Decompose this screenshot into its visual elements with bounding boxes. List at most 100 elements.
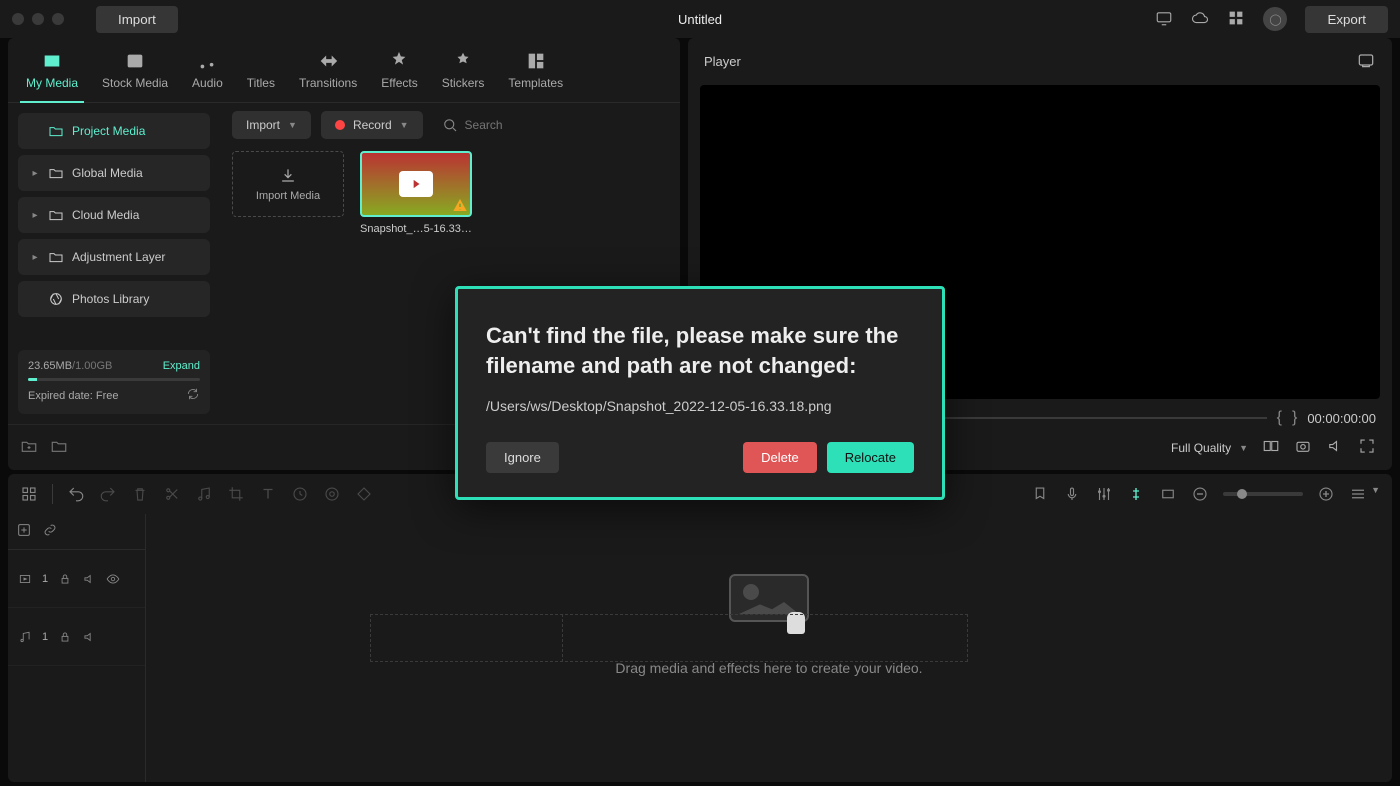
- import-tile-label: Import Media: [256, 190, 320, 202]
- storage-bar: [28, 378, 200, 381]
- mute-icon[interactable]: [82, 572, 96, 586]
- missing-file-dialog: Can't find the file, please make sure th…: [455, 286, 945, 500]
- sidebar-item-global-media[interactable]: ▸ Global Media: [18, 155, 210, 191]
- video-track-header[interactable]: 1: [8, 550, 145, 608]
- minimize-window[interactable]: [32, 13, 44, 25]
- timeline-view-icon[interactable]: ▼: [1349, 485, 1380, 503]
- import-dropdown[interactable]: Import ▼: [232, 111, 311, 139]
- disclosure-icon[interactable]: ▸: [30, 252, 40, 263]
- search-input[interactable]: [465, 118, 640, 132]
- asset-tabs: My Media Stock Media Audio Titles Transi…: [8, 38, 680, 103]
- volume-icon[interactable]: [1326, 437, 1344, 458]
- maximize-window[interactable]: [52, 13, 64, 25]
- new-bin-icon[interactable]: [50, 437, 68, 458]
- tab-audio[interactable]: Audio: [186, 46, 229, 102]
- visibility-icon[interactable]: [106, 572, 120, 586]
- color-icon[interactable]: [323, 485, 341, 503]
- undo-icon[interactable]: [67, 485, 85, 503]
- link-icon[interactable]: [42, 522, 58, 541]
- audio-detach-icon[interactable]: [195, 485, 213, 503]
- zoom-to-fit-icon[interactable]: [1159, 485, 1177, 503]
- snapshot-icon[interactable]: [1294, 437, 1312, 458]
- media-sidebar: Project Media ▸ Global Media ▸ Cloud Med…: [8, 103, 220, 424]
- dialog-file-path: /Users/ws/Desktop/Snapshot_2022-12-05-16…: [486, 398, 914, 414]
- ignore-button[interactable]: Ignore: [486, 442, 559, 473]
- redo-icon[interactable]: [99, 485, 117, 503]
- disclosure-icon[interactable]: ▸: [30, 168, 40, 179]
- player-title: Player: [704, 54, 741, 69]
- razor-icon[interactable]: [1127, 485, 1145, 503]
- compare-icon[interactable]: [1262, 437, 1280, 458]
- lock-icon[interactable]: [58, 630, 72, 644]
- media-thumbnail: [360, 151, 472, 217]
- sidebar-item-photos-library[interactable]: Photos Library: [18, 281, 210, 317]
- lock-icon[interactable]: [58, 572, 72, 586]
- tracks-area[interactable]: Drag media and effects here to create yo…: [146, 514, 1392, 782]
- media-item-name: Snapshot_…5-16.33.18: [360, 223, 472, 235]
- timeline-hint: Drag media and effects here to create yo…: [615, 660, 922, 676]
- relocate-button[interactable]: Relocate: [827, 442, 914, 473]
- avatar[interactable]: ◯: [1263, 7, 1287, 31]
- delete-icon[interactable]: [131, 485, 149, 503]
- tab-label: Templates: [508, 76, 563, 90]
- sidebar-item-label: Project Media: [72, 124, 145, 138]
- delete-button[interactable]: Delete: [743, 442, 817, 473]
- mixer-icon[interactable]: [1095, 485, 1113, 503]
- disclosure-icon[interactable]: ▸: [30, 210, 40, 221]
- mute-icon[interactable]: [82, 630, 96, 644]
- sidebar-item-adjustment-layer[interactable]: ▸ Adjustment Layer: [18, 239, 210, 275]
- cloud-icon[interactable]: [1191, 9, 1209, 30]
- chevron-down-icon: ▼: [1239, 443, 1248, 453]
- expand-storage-button[interactable]: Expand: [163, 360, 200, 372]
- dialog-title: Can't find the file, please make sure th…: [486, 321, 914, 380]
- marker-icon[interactable]: [1031, 485, 1049, 503]
- zoom-slider[interactable]: [1223, 492, 1303, 496]
- split-icon[interactable]: [163, 485, 181, 503]
- select-tool-icon[interactable]: [20, 485, 38, 503]
- sidebar-item-cloud-media[interactable]: ▸ Cloud Media: [18, 197, 210, 233]
- voiceover-icon[interactable]: [1063, 485, 1081, 503]
- sidebar-item-label: Adjustment Layer: [72, 250, 165, 264]
- add-track-icon[interactable]: [16, 522, 32, 541]
- record-dropdown[interactable]: Record ▼: [321, 111, 423, 139]
- zoom-out-icon[interactable]: [1191, 485, 1209, 503]
- tab-effects[interactable]: Effects: [375, 46, 423, 102]
- device-icon[interactable]: [1155, 9, 1173, 30]
- close-window[interactable]: [12, 13, 24, 25]
- sidebar-item-project-media[interactable]: Project Media: [18, 113, 210, 149]
- tab-label: Audio: [192, 76, 223, 90]
- tab-my-media[interactable]: My Media: [20, 46, 84, 102]
- tab-stickers[interactable]: Stickers: [436, 46, 491, 102]
- import-media-tile[interactable]: Import Media: [232, 151, 344, 217]
- text-icon[interactable]: [259, 485, 277, 503]
- import-button[interactable]: Import: [96, 6, 178, 33]
- tab-label: Titles: [247, 76, 275, 90]
- chevron-down-icon: ▼: [400, 120, 409, 130]
- player-settings-icon[interactable]: [1356, 50, 1376, 73]
- tab-templates[interactable]: Templates: [502, 46, 569, 102]
- sidebar-item-label: Photos Library: [72, 292, 149, 306]
- refresh-icon[interactable]: [186, 387, 200, 404]
- tab-transitions[interactable]: Transitions: [293, 46, 363, 102]
- audio-track-header[interactable]: 1: [8, 608, 145, 666]
- new-folder-icon[interactable]: [20, 437, 38, 458]
- mark-in-icon[interactable]: {: [1277, 409, 1282, 427]
- track-headers: 1 1: [8, 514, 146, 782]
- keyframe-icon[interactable]: [355, 485, 373, 503]
- tab-label: Stock Media: [102, 76, 168, 90]
- crop-icon[interactable]: [227, 485, 245, 503]
- window-controls: [12, 13, 64, 25]
- storage-used: 23.65MB/1.00GB: [28, 360, 112, 372]
- grid-apps-icon[interactable]: [1227, 9, 1245, 30]
- tab-label: Stickers: [442, 76, 485, 90]
- tab-titles[interactable]: Titles: [241, 46, 281, 102]
- speed-icon[interactable]: [291, 485, 309, 503]
- dropdown-label: Record: [353, 118, 392, 132]
- export-button[interactable]: Export: [1305, 6, 1388, 33]
- fullscreen-icon[interactable]: [1358, 437, 1376, 458]
- tab-stock-media[interactable]: Stock Media: [96, 46, 174, 102]
- mark-out-icon[interactable]: }: [1292, 409, 1297, 427]
- media-item[interactable]: Snapshot_…5-16.33.18: [360, 151, 472, 235]
- quality-dropdown[interactable]: Full Quality ▼: [1171, 441, 1248, 455]
- zoom-in-icon[interactable]: [1317, 485, 1335, 503]
